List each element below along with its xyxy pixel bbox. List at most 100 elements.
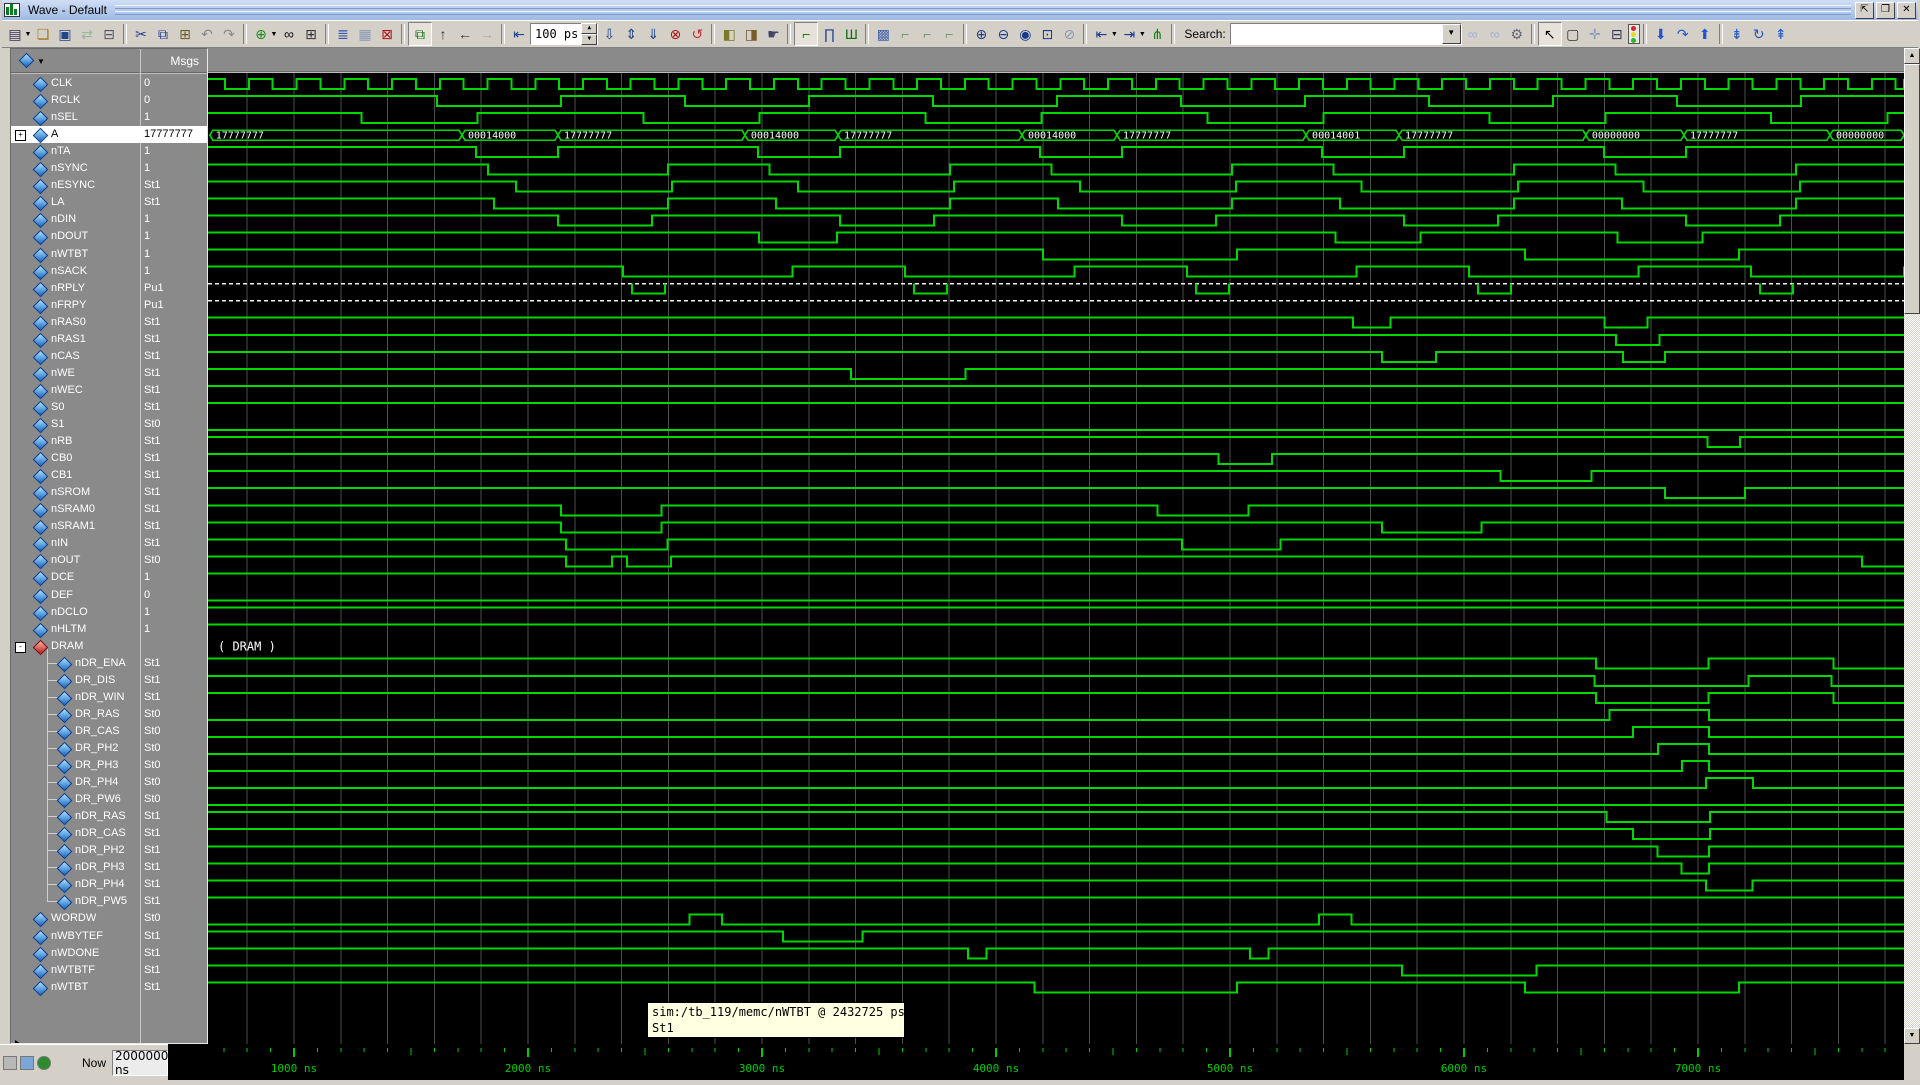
signal-row-ndr_ph4[interactable]: nDR_PH4St1 (11, 876, 207, 893)
expand-hierarchy-button[interactable]: ⊞ (300, 23, 322, 45)
restart-sim-button[interactable]: ↺ (686, 23, 708, 45)
signal-row-dr_ph3[interactable]: DR_PH3St0 (11, 757, 207, 774)
spin-down-button[interactable]: ▼ (581, 34, 597, 45)
run-all-button[interactable]: ⇓ (642, 23, 664, 45)
jump-rotate-button[interactable]: ↷ (1672, 23, 1694, 45)
signal-row-s1[interactable]: S1St0 (11, 416, 207, 433)
signal-row-ndclo[interactable]: nDCLO1 (11, 604, 207, 621)
signal-row-cb0[interactable]: CB0St1 (11, 450, 207, 467)
signal-row-dr_ph4[interactable]: DR_PH4St0 (11, 774, 207, 791)
insert-node-button[interactable]: ⋔ (1146, 23, 1168, 45)
signal-row-nesync[interactable]: nESYNCSt1 (11, 177, 207, 194)
pan-mode-button[interactable]: ✛ (1584, 23, 1606, 45)
find-next-button[interactable]: ∞ (1462, 23, 1484, 45)
find-options-button[interactable]: ⚙ (1506, 23, 1528, 45)
signal-row-dr_dis[interactable]: DR_DISSt1 (11, 672, 207, 689)
edit-grid-button[interactable]: ⊟ (1606, 23, 1628, 45)
cut-left-button[interactable]: ⇤ (1090, 23, 1112, 45)
zoom-select-mode-button[interactable]: ▢ (1562, 23, 1584, 45)
scrollbar-thumb[interactable] (1904, 64, 1920, 314)
dock-button[interactable]: ⇱ (1855, 2, 1874, 19)
window-icon[interactable] (20, 1056, 34, 1070)
hand-mode-button[interactable]: ☛ (762, 23, 784, 45)
forward-arrow-button[interactable]: → (476, 23, 498, 45)
signal-row-nwe[interactable]: nWESt1 (11, 365, 207, 382)
traffic-light-icon[interactable] (1628, 24, 1640, 44)
signal-row-a[interactable]: +A17777777 (11, 126, 207, 143)
save-button[interactable]: ▣ (54, 23, 76, 45)
signal-row-def[interactable]: DEF0 (11, 587, 207, 604)
time-step-value[interactable]: 100 ps (535, 27, 578, 41)
signal-row-nta[interactable]: nTA1 (11, 143, 207, 160)
time-step-input[interactable]: 100 ps▲▼ (530, 23, 598, 45)
find-prev-button[interactable]: ∞ (1484, 23, 1506, 45)
signal-row-nsel[interactable]: nSEL1 (11, 109, 207, 126)
run-continue-button[interactable]: ⇕ (620, 23, 642, 45)
jump-prev-edge-button[interactable]: ⇟ (1726, 23, 1748, 45)
signal-row-la[interactable]: LASt1 (11, 194, 207, 211)
back-arrow-button[interactable]: ← (454, 23, 476, 45)
signal-row-nras0[interactable]: nRAS0St1 (11, 314, 207, 331)
step-mid-button[interactable]: ⌐ (916, 23, 938, 45)
signal-row-rclk[interactable]: RCLK0 (11, 92, 207, 109)
waveform-svg[interactable]: 1777777700014000177777770001400017777777… (208, 73, 1904, 1044)
signal-row-wordw[interactable]: WORDWSt0 (11, 910, 207, 927)
signal-row-ndout[interactable]: nDOUT1 (11, 228, 207, 245)
signal-row-nwec[interactable]: nWECSt1 (11, 382, 207, 399)
jump-prev-transition-button[interactable]: ⬇ (1650, 23, 1672, 45)
zoom-in-button[interactable]: ⊕ (970, 23, 992, 45)
zoom-out-button[interactable]: ⊖ (992, 23, 1014, 45)
edit-wave-button[interactable]: ◧ (718, 23, 740, 45)
signal-row-dr_ras[interactable]: DR_RASSt0 (11, 706, 207, 723)
cursor-mode-button[interactable]: ⌐ (794, 22, 818, 46)
title-bar[interactable]: Wave - Default ⇱❐✕ (2, 0, 1918, 20)
signal-row-nsram0[interactable]: nSRAM0St1 (11, 501, 207, 518)
chevron-down-icon[interactable]: ▼ (37, 57, 45, 66)
matrix-button[interactable]: ▦ (354, 23, 376, 45)
signal-row-ndr_win[interactable]: nDR_WINSt1 (11, 689, 207, 706)
wave-pair-button[interactable]: ∏ (818, 23, 840, 45)
maximize-button[interactable]: ❐ (1876, 2, 1895, 19)
signal-row-nwtbtf[interactable]: nWTBTFSt1 (11, 962, 207, 979)
link-button[interactable]: ⧉ (408, 22, 432, 46)
collapse-icon[interactable]: - (15, 642, 26, 653)
signal-row-nras1[interactable]: nRAS1St1 (11, 331, 207, 348)
signal-row-ndr_ph3[interactable]: nDR_PH3St1 (11, 859, 207, 876)
add-selected-button[interactable]: ≣ (332, 23, 354, 45)
signal-row-nwdone[interactable]: nWDONESt1 (11, 945, 207, 962)
signal-row-ndr_pw5[interactable]: nDR_PW5St1 (11, 893, 207, 910)
signal-row-nrply[interactable]: nRPLYPu1 (11, 280, 207, 297)
signal-row-nout[interactable]: nOUTSt0 (11, 552, 207, 569)
signal-names-pane[interactable]: ▼ Msgs CLK0RCLK0nSEL1+A17777777nTA1nSYNC… (10, 48, 208, 1044)
zoom-range-button[interactable]: ⊡ (1036, 23, 1058, 45)
pattern-button[interactable]: ▩ (872, 23, 894, 45)
vertical-scrollbar[interactable]: ▲ ▼ (1904, 48, 1920, 1044)
zoom-full-button[interactable]: ◉ (1014, 23, 1036, 45)
reload-button[interactable]: ⇄ (76, 23, 98, 45)
signal-row-ndr_ph2[interactable]: nDR_PH2St1 (11, 842, 207, 859)
time-ruler[interactable]: 1000 ns2000 ns3000 ns4000 ns5000 ns6000 … (168, 1044, 1904, 1080)
signal-row-ndin[interactable]: nDIN1 (11, 211, 207, 228)
add-wave-button[interactable]: ⊕ (250, 23, 272, 45)
signal-row-nsync[interactable]: nSYNC1 (11, 160, 207, 177)
signal-row-dr_ph2[interactable]: DR_PH2St0 (11, 740, 207, 757)
step-low-button[interactable]: ⌐ (894, 23, 916, 45)
scroll-down-button[interactable]: ▼ (1904, 1028, 1920, 1044)
signal-row-dram[interactable]: -DRAM (11, 638, 207, 655)
signal-row-nwtbt[interactable]: nWTBT1 (11, 246, 207, 263)
signal-row-clk[interactable]: CLK0 (11, 75, 207, 92)
cut-button[interactable]: ✂ (130, 23, 152, 45)
search-dropdown-button[interactable]: ▼ (1442, 24, 1461, 44)
redo-button[interactable]: ↷ (218, 23, 240, 45)
run-button[interactable]: ⇩ (598, 23, 620, 45)
signal-row-ncas[interactable]: nCASSt1 (11, 348, 207, 365)
undo-button[interactable]: ↶ (196, 23, 218, 45)
print-button[interactable]: ⊟ (98, 23, 120, 45)
find-button[interactable]: ∞ (278, 23, 300, 45)
new-file-button[interactable]: ▤ (4, 23, 26, 45)
signal-row-ndr_ena[interactable]: nDR_ENASt1 (11, 655, 207, 672)
copy-button[interactable]: ⧉ (152, 23, 174, 45)
layout-icon[interactable] (3, 1056, 17, 1070)
jump-next-transition-button[interactable]: ⬆ (1694, 23, 1716, 45)
restart-button[interactable]: ⇤ (508, 23, 530, 45)
